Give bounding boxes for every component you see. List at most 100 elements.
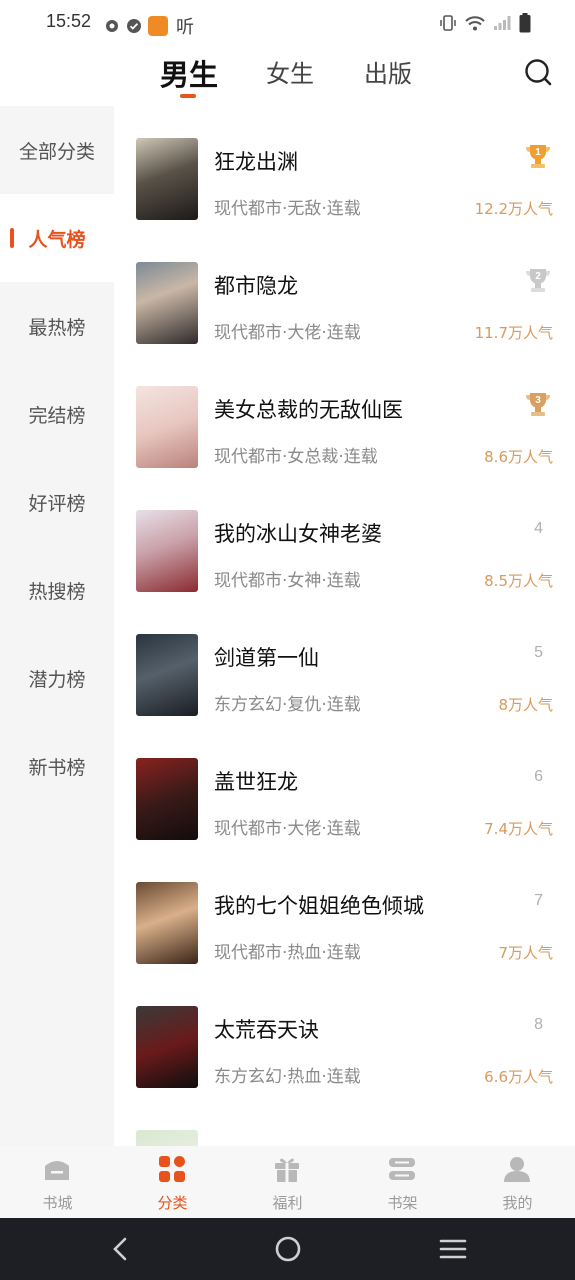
battery-icon (519, 13, 531, 33)
book-cover[interactable] (136, 882, 198, 964)
rank-number: 7 (534, 892, 543, 909)
book-popularity: 7.4万人气 (484, 820, 553, 838)
nav-label: 福利 (272, 1194, 303, 1212)
book-meta: 现代都市·大佬·连载 (214, 323, 361, 343)
tab-publish[interactable]: 出版 (364, 54, 412, 89)
book-title[interactable]: 剑道第一仙 (214, 642, 319, 672)
status-left-icons: 听 (104, 13, 194, 39)
status-bar: 15:52 听 (0, 0, 575, 46)
sidebar-item-all-categories[interactable]: 全部分类 (0, 106, 114, 194)
tab-female[interactable]: 女生 (266, 54, 314, 89)
svg-text:3: 3 (535, 395, 541, 406)
book-popularity: 11.7万人气 (474, 324, 553, 342)
nav-label: 分类 (157, 1194, 188, 1212)
sidebar-item-popularity-rank[interactable]: 人气榜 (0, 194, 114, 282)
book-meta: 东方玄幻·热血·连载 (214, 1067, 361, 1087)
system-nav-bar (0, 1218, 575, 1280)
book-title[interactable]: 我的七个姐姐绝色倾城 (214, 890, 424, 920)
sidebar-item-rating-rank[interactable]: 好评榜 (0, 458, 114, 546)
book-row[interactable] (114, 1098, 575, 1146)
book-title[interactable]: 都市隐龙 (214, 270, 298, 300)
bookshelf-icon (389, 1158, 415, 1180)
bookstore-icon (45, 1161, 69, 1180)
bronze-trophy-icon: 3 (526, 393, 550, 416)
book-meta: 东方玄幻·复仇·连载 (214, 695, 361, 715)
app-icon (148, 16, 168, 36)
sidebar-item-potential-rank[interactable]: 潜力榜 (0, 634, 114, 722)
sidebar-active-indicator (10, 228, 14, 248)
gift-icon (275, 1158, 299, 1182)
sidebar-item-trending-search-rank[interactable]: 热搜榜 (0, 546, 114, 634)
nav-profile[interactable]: 我的 (460, 1146, 575, 1218)
nav-bookshelf[interactable]: 书架 (345, 1146, 460, 1218)
book-cover[interactable] (136, 1006, 198, 1088)
search-icon[interactable] (524, 58, 552, 86)
book-title[interactable]: 我的冰山女神老婆 (214, 518, 382, 548)
status-time: 15:52 (46, 11, 92, 31)
nav-label: 书城 (42, 1194, 73, 1212)
book-row[interactable]: 都市隐龙 现代都市·大佬·连载 2 11.7万人气 (114, 230, 575, 354)
vibrate-icon (440, 15, 456, 31)
nav-welfare[interactable]: 福利 (230, 1146, 345, 1218)
book-cover[interactable] (136, 262, 198, 344)
book-popularity: 7万人气 (498, 944, 553, 962)
wifi-icon (465, 16, 485, 31)
book-meta: 现代都市·大佬·连载 (214, 819, 361, 839)
book-cover[interactable] (136, 386, 198, 468)
book-row[interactable]: 我的七个姐姐绝色倾城 现代都市·热血·连载 7 7万人气 (114, 850, 575, 974)
rank-number: 8 (534, 1016, 543, 1033)
book-meta: 现代都市·无敌·连载 (214, 199, 361, 219)
book-row[interactable]: 美女总裁的无敌仙医 现代都市·女总裁·连载 3 8.6万人气 (114, 354, 575, 478)
silver-trophy-icon: 2 (526, 269, 550, 292)
home-icon[interactable] (273, 1234, 303, 1264)
book-popularity: 6.6万人气 (484, 1068, 553, 1086)
nav-category[interactable]: 分类 (115, 1146, 230, 1218)
tab-active-indicator (180, 94, 196, 98)
sidebar-item-hottest-rank[interactable]: 最热榜 (0, 282, 114, 370)
book-popularity: 8万人气 (498, 696, 553, 714)
nav-bookstore[interactable]: 书城 (0, 1146, 115, 1218)
category-icon (159, 1156, 185, 1182)
book-popularity: 12.2万人气 (474, 200, 553, 218)
svg-text:1: 1 (535, 147, 541, 158)
rank-number: 4 (534, 520, 543, 537)
top-tabs: 男生 女生 出版 (0, 46, 575, 106)
ting-label: 听 (176, 17, 194, 38)
book-cover[interactable] (136, 138, 198, 220)
rank-number: 6 (534, 768, 543, 785)
gear-icon (106, 20, 118, 32)
book-list: 狂龙出渊 现代都市·无敌·连载 1 12.2万人气 都市隐龙 现代都市·大佬·连… (114, 106, 575, 1146)
sidebar-item-new-book-rank[interactable]: 新书榜 (0, 722, 114, 810)
book-row[interactable]: 盖世狂龙 现代都市·大佬·连载 6 7.4万人气 (114, 726, 575, 850)
rank-number: 5 (534, 644, 543, 661)
tab-male[interactable]: 男生 (160, 52, 218, 94)
nav-label: 我的 (502, 1194, 533, 1212)
book-row[interactable]: 剑道第一仙 东方玄幻·复仇·连载 5 8万人气 (114, 602, 575, 726)
book-meta: 现代都市·女神·连载 (214, 571, 361, 591)
book-cover[interactable] (136, 1130, 198, 1146)
sidebar-item-completed-rank[interactable]: 完结榜 (0, 370, 114, 458)
book-row[interactable]: 狂龙出渊 现代都市·无敌·连载 1 12.2万人气 (114, 106, 575, 230)
book-row[interactable]: 我的冰山女神老婆 现代都市·女神·连载 4 8.5万人气 (114, 478, 575, 602)
book-title[interactable]: 美女总裁的无敌仙医 (214, 394, 403, 424)
gold-trophy-icon: 1 (526, 145, 550, 168)
back-icon[interactable] (106, 1234, 136, 1264)
book-popularity: 8.6万人气 (484, 448, 553, 466)
signal-icon (494, 16, 511, 30)
status-right-icons (439, 13, 531, 33)
svg-text:2: 2 (535, 271, 541, 282)
book-row[interactable]: 太荒吞天诀 东方玄幻·热血·连载 8 6.6万人气 (114, 974, 575, 1098)
book-cover[interactable] (136, 758, 198, 840)
category-sidebar: 全部分类 人气榜 最热榜 完结榜 好评榜 热搜榜 潜力榜 新书榜 (0, 106, 114, 1146)
book-popularity: 8.5万人气 (484, 572, 553, 590)
book-title[interactable]: 太荒吞天诀 (214, 1014, 319, 1044)
book-title[interactable]: 盖世狂龙 (214, 766, 298, 796)
book-meta: 现代都市·热血·连载 (214, 943, 361, 963)
nav-label: 书架 (387, 1194, 418, 1212)
book-cover[interactable] (136, 510, 198, 592)
user-icon (504, 1157, 530, 1182)
book-cover[interactable] (136, 634, 198, 716)
book-title[interactable]: 狂龙出渊 (214, 146, 298, 176)
recents-icon[interactable] (438, 1234, 468, 1264)
bottom-nav: 书城 分类 福利 书架 我的 (0, 1146, 575, 1218)
